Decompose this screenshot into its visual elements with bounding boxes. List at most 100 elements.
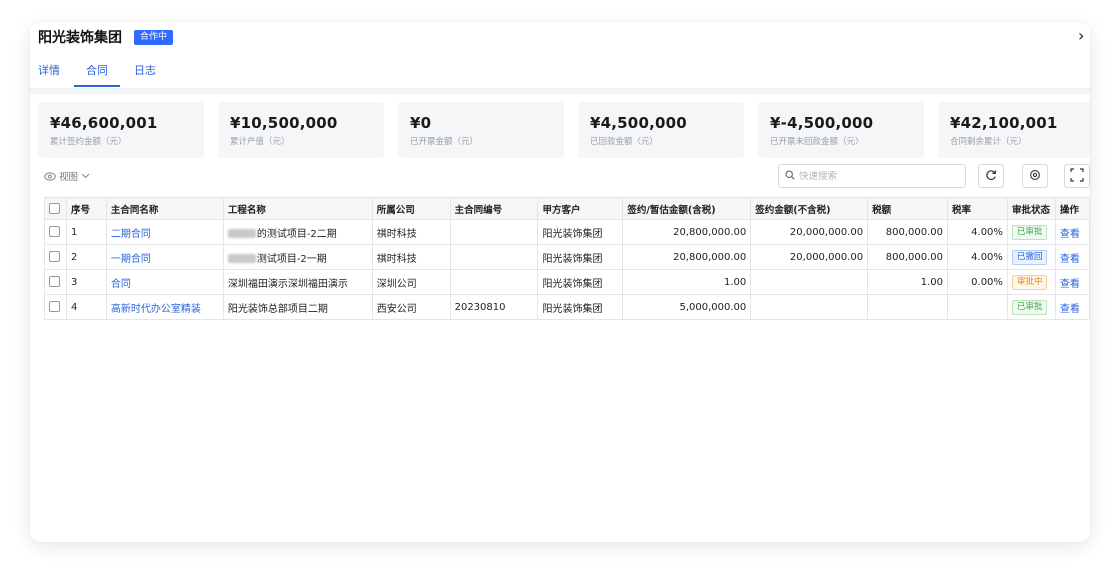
project-name: 测试项目-2一期 <box>256 253 327 265</box>
column-header[interactable]: 审批状态 <box>1006 197 1056 220</box>
amount-notax-cell: 20,000,000.00 <box>750 244 869 270</box>
table-row: 3 合同 深圳福田演示深圳福田演示 深圳公司 阳光装饰集团 1.00 1.00 … <box>44 269 1090 295</box>
settings-button[interactable] <box>1022 164 1048 188</box>
table-row: 1 二期合同 的测试项目-2二期 祺时科技 阳光装饰集团 20,800,000.… <box>44 219 1090 245</box>
approval-status-tag: 审批中 <box>1011 274 1048 290</box>
contract-code-cell <box>449 219 539 245</box>
stat-total-output: ¥10,500,000 累计产值（元） <box>218 102 384 158</box>
approval-status-tag: 已审批 <box>1011 299 1048 315</box>
contract-code-cell <box>449 244 539 270</box>
status-cell: 审批中 <box>1006 269 1056 295</box>
column-header[interactable]: 所属公司 <box>371 197 451 220</box>
row-select-cell[interactable] <box>44 244 67 270</box>
settings-icon <box>1029 169 1041 184</box>
tax-rate-cell: 0.00% <box>947 269 1008 295</box>
page-title: 阳光装饰集团 <box>38 30 122 46</box>
tax-cell: 1.00 <box>867 269 949 295</box>
project-name: 的测试项目-2二期 <box>256 228 337 240</box>
stat-value: ¥0 <box>410 114 432 132</box>
contract-name-link[interactable]: 高新时代办公室精装 <box>105 294 224 320</box>
amount-tax-cell: 20,800,000.00 <box>622 244 752 270</box>
stat-invoiced-unpaid: ¥-4,500,000 已开票未回款金额（元） <box>758 102 924 158</box>
fullscreen-button[interactable] <box>1064 164 1090 188</box>
client-cell: 阳光装饰集团 <box>537 219 624 245</box>
tab-contracts[interactable]: 合同 <box>74 62 120 88</box>
column-header[interactable]: 主合同编号 <box>449 197 539 220</box>
view-link[interactable]: 查看 <box>1054 244 1090 270</box>
stat-label: 已开票未回款金额（元） <box>770 137 864 147</box>
section-divider <box>30 88 1090 94</box>
stat-value: ¥4,500,000 <box>590 114 687 132</box>
project-name-cell: 的测试项目-2二期 <box>222 219 373 245</box>
column-header[interactable]: 签约金额(不含税) <box>750 197 869 220</box>
amount-tax-cell: 5,000,000.00 <box>622 294 752 320</box>
eye-icon <box>44 171 56 181</box>
stat-value: ¥10,500,000 <box>230 114 338 132</box>
client-cell: 阳光装饰集团 <box>537 244 624 270</box>
row-select-cell[interactable] <box>44 219 67 245</box>
stat-label: 累计产值（元） <box>230 137 290 147</box>
view-link[interactable]: 查看 <box>1054 294 1090 320</box>
table-header-row: 序号 主合同名称 工程名称 所属公司 主合同编号 甲方客户 签约/暂估金额(含税… <box>44 197 1090 220</box>
tax-cell: 800,000.00 <box>867 219 949 245</box>
row-select-cell[interactable] <box>44 269 67 295</box>
tab-bar: 详情 合同 日志 <box>38 62 182 88</box>
stat-value: ¥46,600,001 <box>50 114 158 132</box>
view-link[interactable]: 查看 <box>1054 269 1090 295</box>
stat-total-signed: ¥46,600,001 累计签约金额（元） <box>38 102 204 158</box>
column-header[interactable]: 主合同名称 <box>105 197 224 220</box>
table-row: 4 高新时代办公室精装 阳光装饰总部项目二期 西安公司 20230810 阳光装… <box>44 294 1090 320</box>
amount-notax-cell: 20,000,000.00 <box>750 219 869 245</box>
column-header[interactable]: 签约/暂估金额(含税) <box>622 197 752 220</box>
row-index: 1 <box>65 219 107 245</box>
column-header[interactable]: 甲方客户 <box>537 197 624 220</box>
row-checkbox[interactable] <box>49 301 60 313</box>
tax-rate-cell: 4.00% <box>947 219 1008 245</box>
amount-notax-cell <box>750 269 869 295</box>
view-toggle[interactable]: 视图 <box>44 169 90 183</box>
view-link[interactable]: 查看 <box>1054 219 1090 245</box>
header: 阳光装饰集团 合作中 <box>38 26 174 48</box>
column-header[interactable]: 税率 <box>947 197 1008 220</box>
stat-label: 累计签约金额（元） <box>50 137 127 147</box>
select-all-checkbox[interactable] <box>49 203 60 214</box>
contract-name-link[interactable]: 一期合同 <box>105 244 224 270</box>
table-toolbar: 视图 <box>30 164 1090 188</box>
status-badge: 合作中 <box>134 29 174 45</box>
row-checkbox[interactable] <box>49 226 60 238</box>
contract-name-link[interactable]: 合同 <box>105 269 224 295</box>
stat-label: 已开票金额（元） <box>410 137 479 147</box>
fullscreen-icon <box>1070 167 1084 185</box>
contracts-table: 序号 主合同名称 工程名称 所属公司 主合同编号 甲方客户 签约/暂估金额(含税… <box>44 197 1090 320</box>
column-header[interactable]: 序号 <box>65 197 107 220</box>
row-checkbox[interactable] <box>49 251 60 263</box>
column-header[interactable]: 工程名称 <box>222 197 373 220</box>
amount-tax-cell: 20,800,000.00 <box>622 219 752 245</box>
row-index: 4 <box>65 294 107 320</box>
project-name-cell: 测试项目-2一期 <box>222 244 373 270</box>
row-index: 2 <box>65 244 107 270</box>
table-row: 2 一期合同 测试项目-2一期 祺时科技 阳光装饰集团 20,800,000.0… <box>44 244 1090 270</box>
company-cell: 西安公司 <box>371 294 451 320</box>
close-icon[interactable]: › <box>1078 26 1090 45</box>
row-checkbox[interactable] <box>49 276 60 288</box>
approval-status-tag: 已审批 <box>1011 224 1048 240</box>
view-label: 视图 <box>59 172 79 183</box>
status-cell: 已审批 <box>1006 294 1056 320</box>
row-select-cell[interactable] <box>44 294 67 320</box>
tab-log[interactable]: 日志 <box>134 62 156 88</box>
column-header[interactable]: 操作 <box>1054 197 1090 220</box>
stats-row: ¥46,600,001 累计签约金额（元） ¥10,500,000 累计产值（元… <box>38 102 1090 158</box>
refresh-button[interactable] <box>978 164 1004 188</box>
contract-code-cell: 20230810 <box>449 294 539 320</box>
stat-label: 已回款金额（元） <box>590 137 659 147</box>
search-input[interactable] <box>799 170 959 182</box>
contract-name-link[interactable]: 二期合同 <box>105 219 224 245</box>
select-all-cell[interactable] <box>44 197 67 220</box>
refresh-icon <box>985 169 997 184</box>
client-cell: 阳光装饰集团 <box>537 294 624 320</box>
column-header[interactable]: 税额 <box>867 197 949 220</box>
search-box[interactable] <box>778 164 966 188</box>
tab-details[interactable]: 详情 <box>38 62 60 88</box>
chevron-down-icon <box>81 173 90 179</box>
